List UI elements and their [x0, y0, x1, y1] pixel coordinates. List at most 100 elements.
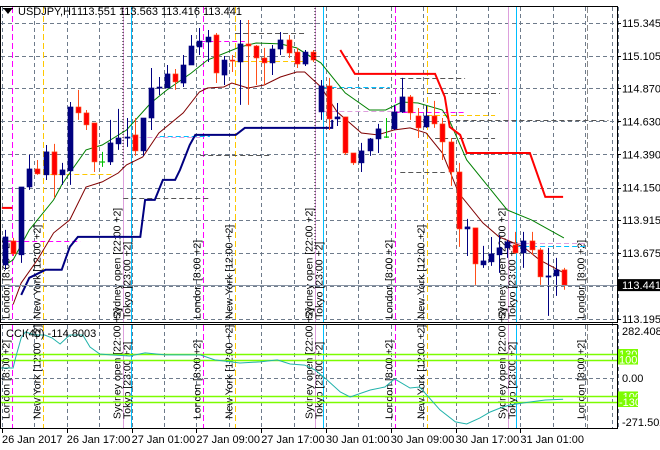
- candle-body[interactable]: [51, 151, 58, 176]
- session-label: Tokyo [23:00 +2]: [122, 342, 134, 419]
- time-label: 27 Jan 09:00: [196, 434, 260, 446]
- candle-body[interactable]: [294, 51, 301, 65]
- candle-body[interactable]: [464, 226, 471, 230]
- price-label: 113.675: [622, 248, 660, 260]
- candle-body[interactable]: [407, 96, 414, 114]
- session-label: London [8:00 +2]: [576, 340, 588, 419]
- candle-body[interactable]: [124, 136, 131, 139]
- candle-body[interactable]: [205, 36, 212, 43]
- candle-body[interactable]: [180, 64, 187, 84]
- session-label: Tokyo [23:00 +2]: [507, 342, 519, 419]
- candle-body[interactable]: [34, 168, 41, 175]
- candle-body[interactable]: [26, 168, 33, 188]
- time-label: 30 Jan 09:00: [391, 434, 455, 446]
- candle-body[interactable]: [148, 87, 155, 119]
- candle-body[interactable]: [2, 236, 9, 266]
- candle-body[interactable]: [196, 40, 203, 48]
- time-label: 26 Jan 17:00: [67, 434, 131, 446]
- candle-body[interactable]: [277, 39, 284, 50]
- candle-body[interactable]: [480, 260, 487, 266]
- candle-body[interactable]: [91, 122, 98, 163]
- candle-body[interactable]: [10, 240, 17, 255]
- chart-header: USDJPY,H1 113.551 113.563 113.416 113.44…: [3, 6, 242, 18]
- candle-body[interactable]: [67, 106, 74, 172]
- price-label: 113.915: [622, 215, 660, 227]
- candle-body[interactable]: [221, 59, 228, 76]
- candle-body[interactable]: [318, 85, 325, 113]
- session-label: London [8:00 +2]: [192, 340, 204, 419]
- candle-body[interactable]: [132, 134, 139, 152]
- candle-body[interactable]: [448, 141, 455, 173]
- candle-body[interactable]: [253, 45, 260, 59]
- time-label: 26 Jan 2017: [2, 434, 63, 446]
- cci-level-label: 100: [619, 355, 637, 367]
- cci-level-label: -130: [619, 397, 641, 409]
- time-label: 30 Jan 17:00: [456, 434, 520, 446]
- time-label: 30 Jan 01:00: [326, 434, 390, 446]
- candle-body[interactable]: [213, 34, 220, 74]
- candle-body[interactable]: [334, 116, 341, 120]
- chart-window[interactable]: London [8:00 +2] London [8:00 +2] London […: [0, 0, 660, 450]
- candle-body[interactable]: [115, 137, 122, 145]
- cci-zero-label: 0.00: [622, 373, 643, 385]
- candle-body[interactable]: [488, 253, 495, 263]
- indicator-lines: [1, 42, 565, 305]
- candle-body[interactable]: [164, 73, 171, 89]
- candle-body[interactable]: [302, 51, 309, 65]
- candle-body[interactable]: [553, 269, 560, 277]
- candle-body[interactable]: [326, 85, 333, 120]
- candle-body[interactable]: [75, 106, 82, 114]
- candle-body[interactable]: [156, 86, 163, 89]
- candle-body[interactable]: [172, 73, 179, 83]
- candle-body[interactable]: [472, 227, 479, 265]
- candle-body[interactable]: [100, 161, 105, 163]
- candle-body[interactable]: [286, 39, 293, 54]
- candle-body[interactable]: [520, 240, 527, 254]
- candle-body[interactable]: [537, 249, 544, 278]
- candle-body[interactable]: [342, 116, 349, 154]
- ohlc-values: 113.551 113.563 113.416 113.441: [77, 6, 242, 18]
- candle-body[interactable]: [415, 115, 422, 129]
- candle-body[interactable]: [456, 171, 463, 230]
- candle-body[interactable]: [431, 115, 438, 125]
- candle-body[interactable]: [229, 59, 236, 62]
- price-label: 114.630: [622, 116, 660, 128]
- symbol-label: USDJPY,H1: [18, 6, 77, 18]
- candle-body[interactable]: [439, 123, 446, 143]
- candles[interactable]: [2, 19, 568, 316]
- candle-body[interactable]: [188, 45, 195, 66]
- candle-body[interactable]: [261, 57, 268, 64]
- candle-body[interactable]: [107, 142, 114, 163]
- candle-body[interactable]: [269, 48, 276, 64]
- candle-body[interactable]: [512, 244, 519, 254]
- session-label: London [8:00 +2]: [384, 240, 396, 319]
- candle-body[interactable]: [140, 117, 147, 152]
- candle-body[interactable]: [18, 186, 25, 256]
- session-label: New York [12:00 +2]: [224, 325, 236, 419]
- candle-body[interactable]: [43, 151, 50, 176]
- cci-max-label: 282.4088: [622, 326, 660, 338]
- candle-body[interactable]: [59, 169, 66, 176]
- candle-body[interactable]: [423, 115, 430, 128]
- candle-body[interactable]: [399, 96, 406, 113]
- candle-body[interactable]: [561, 269, 568, 286]
- candle-body[interactable]: [384, 136, 389, 138]
- candle-body[interactable]: [83, 112, 90, 126]
- session-label: Tokyo [23:00 +2]: [314, 342, 326, 419]
- candle-body[interactable]: [350, 152, 357, 164]
- candle-body[interactable]: [496, 247, 503, 256]
- session-label: New York [12:00 +2]: [416, 325, 428, 419]
- candle-body[interactable]: [391, 111, 398, 130]
- price-label: 114.870: [622, 83, 660, 95]
- candle-body[interactable]: [504, 241, 511, 249]
- candle-body[interactable]: [237, 43, 244, 63]
- candle-body[interactable]: [367, 138, 374, 152]
- candle-body[interactable]: [245, 43, 252, 47]
- candle-body[interactable]: [375, 128, 382, 140]
- candle-body[interactable]: [358, 150, 365, 164]
- session-label: London [8:00 +2]: [192, 240, 204, 319]
- candle-body[interactable]: [529, 240, 536, 251]
- triangle-down-icon[interactable]: [4, 9, 12, 14]
- candle-body[interactable]: [545, 275, 552, 278]
- session-label: Tokyo [23:00 +2]: [314, 242, 326, 319]
